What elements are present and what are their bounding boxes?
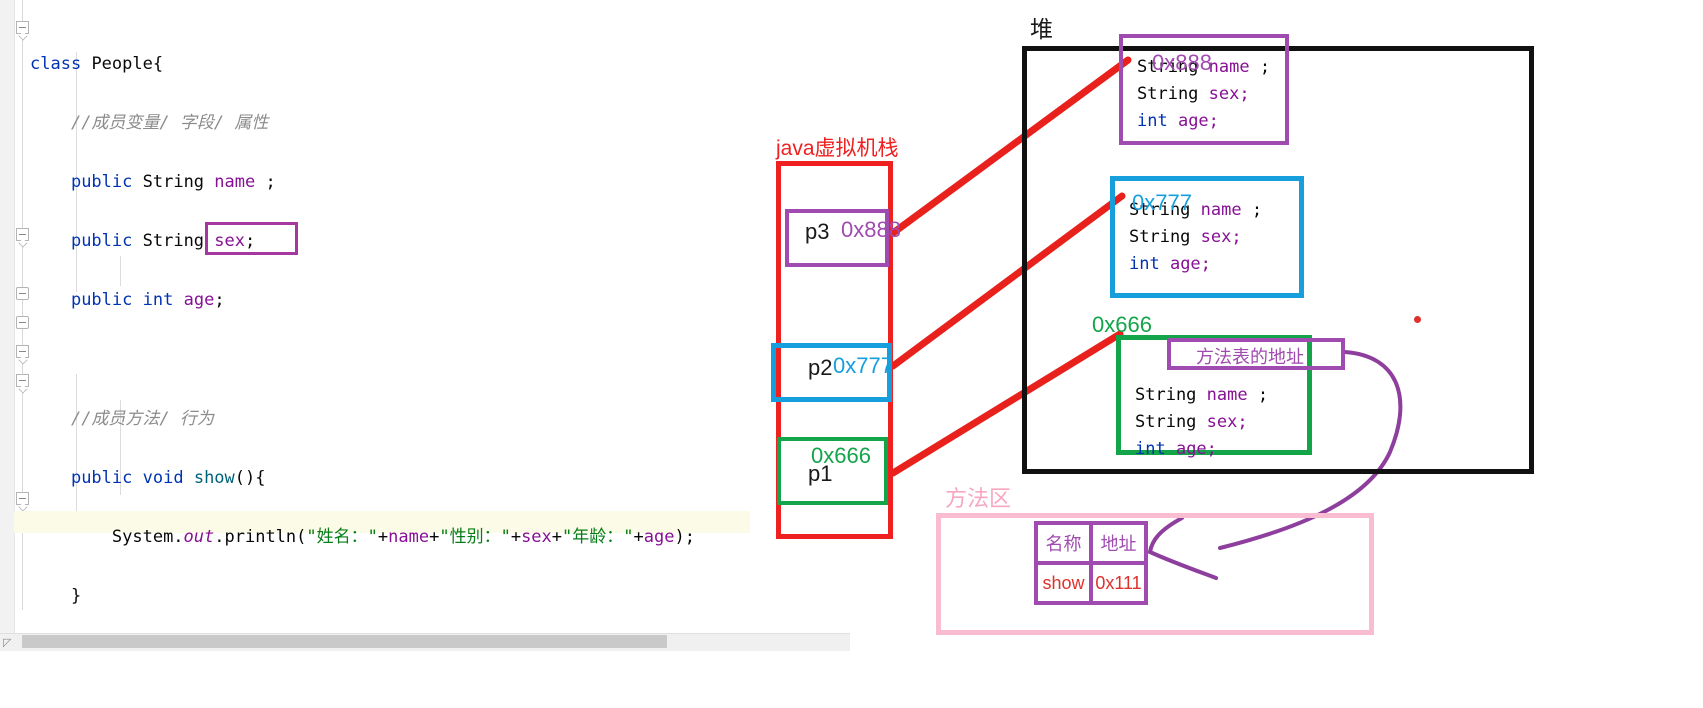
horizontal-scrollbar-thumb[interactable] — [22, 635, 667, 648]
heap-object-0x666-field-3: int age; — [1135, 439, 1217, 459]
code-line-5: public int age; — [70, 290, 225, 311]
fold-marker-class-people[interactable] — [16, 21, 29, 34]
arrow-p3-to-0x888 — [889, 56, 1132, 237]
heap-object-0x666-field-2: String sex; — [1135, 412, 1248, 432]
arrow-p1-to-0x666 — [889, 330, 1124, 477]
heap-object-0x666-field-1: String name ; — [1135, 385, 1269, 405]
code-line-10: } — [70, 586, 82, 607]
method-table-pointer-label: 方法表的地址 — [1196, 347, 1304, 367]
method-table-row: show 0x111 — [1034, 561, 1148, 605]
heap-object-0x777-field-3: int age; — [1129, 254, 1211, 274]
method-table-cell-name: show — [1034, 561, 1093, 605]
heap-object-0x888-field-2: String sex; — [1137, 84, 1250, 104]
heap-object-0x777-address: 0x777 — [1132, 190, 1192, 215]
method-table-header-name: 名称 — [1034, 521, 1093, 565]
code-line-4: public String sex; — [70, 231, 256, 252]
fold-marker-show-end[interactable] — [16, 287, 29, 300]
heap-object-0x666-address: 0x666 — [1092, 312, 1152, 337]
source-code[interactable]: class People{ //成员变量/ 字段/ 属性 public Stri… — [30, 20, 695, 633]
code-line-7: //成员方法/ 行为 — [70, 408, 214, 429]
heap-box — [1022, 46, 1534, 474]
fold-marker-show-method[interactable] — [16, 228, 29, 241]
method-table-header-address: 地址 — [1089, 521, 1148, 565]
heap-title: 堆 — [1030, 16, 1053, 42]
heap-object-0x888-address: 0x888 — [1152, 50, 1212, 75]
fold-marker-people-end[interactable] — [16, 316, 29, 329]
method-area-box — [936, 513, 1374, 635]
method-table: 名称 地址 show 0x111 — [1034, 521, 1148, 605]
heap-object-0x888-field-1: String name ; — [1137, 57, 1271, 77]
heap-object-0x888: String name ; String sex; int age; — [1119, 34, 1289, 145]
heap-object-0x777-field-1: String name ; — [1129, 200, 1263, 220]
red-dot-marker — [1414, 316, 1421, 323]
method-table-header-row: 名称 地址 — [1034, 521, 1148, 565]
code-line-1: class People{ — [30, 53, 164, 74]
code-line-3: public String name ; — [70, 171, 276, 192]
method-table-cell-address: 0x111 — [1089, 561, 1148, 605]
code-line-2: //成员变量/ 字段/ 属性 — [70, 112, 269, 133]
code-editor-pane[interactable]: class People{ //成员变量/ 字段/ 属性 public Stri… — [0, 0, 850, 633]
heap-object-0x666: String name ; String sex; int age; — [1116, 335, 1312, 459]
arrow-p2-to-0x777 — [889, 192, 1126, 370]
fold-marker-main-method[interactable] — [16, 374, 29, 387]
code-line-8: public void show(){ — [70, 467, 266, 488]
fold-marker-main-end[interactable] — [16, 492, 29, 505]
method-area-title: 方法区 — [945, 486, 1012, 511]
fold-marker-class-test[interactable] — [16, 345, 29, 358]
heap-object-0x777-field-2: String sex; — [1129, 227, 1242, 247]
heap-object-0x888-field-3: int age; — [1137, 111, 1219, 131]
heap-object-0x777: String name ; String sex; int age; — [1110, 176, 1304, 298]
show-method-annotation-box — [205, 222, 298, 255]
method-table-pointer-box — [1167, 338, 1345, 370]
curve-methodtable-to-method-area — [1218, 350, 1403, 550]
code-line-9: System.out.println("姓名："+name+"性别："+sex+… — [111, 527, 695, 548]
arrowhead-method-area — [1147, 516, 1218, 580]
resize-corner-icon: ◸ — [3, 637, 12, 649]
editor-gutter — [0, 0, 15, 633]
